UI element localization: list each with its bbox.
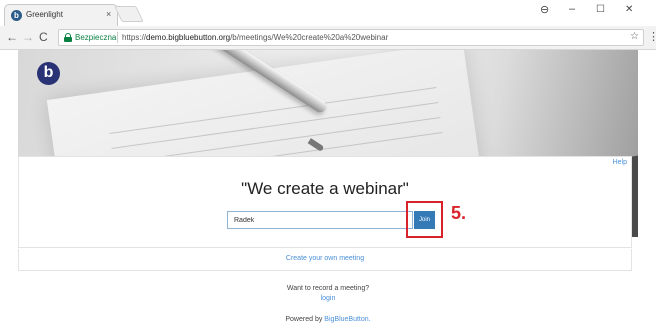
back-icon[interactable]: ← bbox=[6, 30, 18, 44]
menu-icon[interactable]: ⋮ bbox=[648, 30, 656, 43]
forward-icon[interactable]: → bbox=[22, 30, 34, 44]
powered-by-text: Powered by bbox=[285, 316, 323, 323]
browser-toolbar: ← → C Bezpieczna https://demo.bigbluebut… bbox=[0, 26, 656, 50]
name-input[interactable] bbox=[227, 211, 413, 229]
maximize-button[interactable]: ☐ bbox=[596, 4, 605, 15]
create-meeting-row: Create your own meeting bbox=[18, 249, 632, 271]
url-text: https://demo.bigbluebutton.org/b/meeting… bbox=[122, 33, 389, 42]
annotation-highlight-box bbox=[406, 201, 443, 238]
bigbluebutton-link[interactable]: BigBlueButton. bbox=[324, 316, 370, 323]
secure-label: Bezpieczna bbox=[75, 33, 117, 42]
tab-close-icon[interactable]: × bbox=[106, 9, 111, 19]
new-tab-button[interactable] bbox=[114, 6, 144, 22]
browser-tab[interactable]: b Greenlight × bbox=[4, 4, 118, 26]
reload-icon[interactable]: C bbox=[39, 30, 48, 44]
login-link[interactable]: login bbox=[0, 295, 656, 302]
tab-title: Greenlight bbox=[26, 10, 63, 19]
meeting-title: "We create a webinar" bbox=[241, 179, 409, 198]
minimize-button[interactable]: – bbox=[569, 3, 575, 15]
url-divider bbox=[117, 32, 118, 43]
annotation-step-label: 5. bbox=[451, 203, 467, 223]
tab-strip: b Greenlight × ⊖ – ☐ ✕ bbox=[0, 0, 656, 26]
bigbluebutton-logo-icon[interactable]: b bbox=[37, 62, 60, 85]
help-link[interactable]: Help bbox=[613, 159, 627, 166]
star-icon[interactable]: ☆ bbox=[630, 31, 639, 42]
meeting-card: Help "We create a webinar" Join 5. bbox=[18, 156, 632, 248]
record-prompt: Want to record a meeting? bbox=[286, 285, 370, 292]
address-bar[interactable]: Bezpieczna https://demo.bigbluebutton.or… bbox=[58, 29, 644, 46]
close-window-button[interactable]: ✕ bbox=[625, 4, 633, 15]
lock-icon bbox=[64, 33, 72, 42]
bigbluebutton-favicon-icon: b bbox=[11, 10, 22, 21]
powered-by: Powered by BigBlueButton. bbox=[0, 316, 656, 323]
create-meeting-link[interactable]: Create your own meeting bbox=[19, 255, 631, 262]
account-icon[interactable]: ⊖ bbox=[540, 3, 549, 16]
